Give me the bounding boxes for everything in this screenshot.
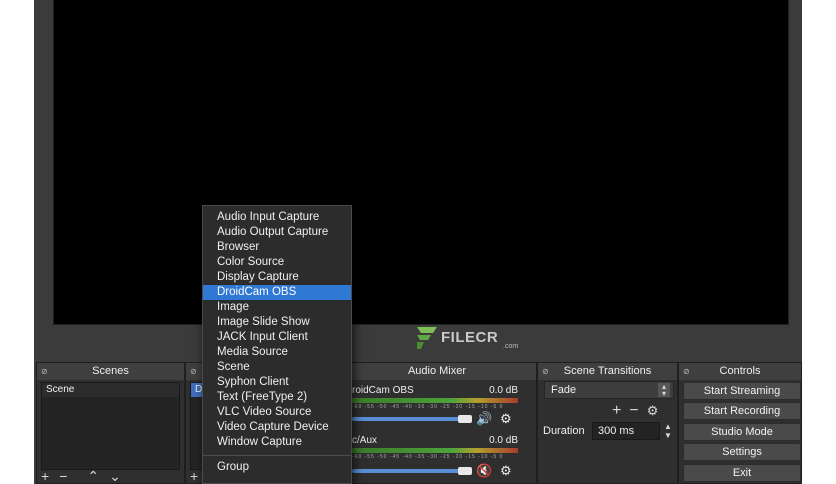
add-transition-icon[interactable]: + xyxy=(612,402,629,419)
menu-item-droidcam-obs[interactable]: DroidCam OBS xyxy=(203,285,351,300)
volume-slider-handle[interactable] xyxy=(458,415,472,423)
audio-mixer-title: Audio Mixer xyxy=(407,365,467,377)
scenes-dock: ⊘ Scenes Scene + − ⌃ ⌄ xyxy=(36,362,185,484)
add-source-icon[interactable]: + xyxy=(190,469,198,483)
volume-slider[interactable] xyxy=(352,469,462,473)
menu-item-audio-input-capture[interactable]: Audio Input Capture xyxy=(203,210,351,225)
meter-ticks: -60 -55 -50 -45 -40 -35 -30 -25 -20 -15 … xyxy=(352,454,504,460)
transition-toolbar: +−⚙ xyxy=(612,402,666,420)
menu-item-group[interactable]: Group xyxy=(203,460,351,475)
volume-meter xyxy=(352,398,518,403)
duration-stepper-icon[interactable]: ▲ ▼ xyxy=(662,422,674,440)
muted-speaker-icon[interactable]: 🔇 xyxy=(476,463,492,479)
filecr-watermark: FILECR .com xyxy=(413,323,523,355)
mixer-channel-db: 0.0 dB xyxy=(489,435,518,446)
menu-item-image[interactable]: Image xyxy=(203,300,351,315)
chevron-updown-icon: ▴ ▾ xyxy=(658,383,670,398)
menu-item-video-capture-device[interactable]: Video Capture Device xyxy=(203,420,351,435)
menu-item-vlc-video-source[interactable]: VLC Video Source xyxy=(203,405,351,420)
menu-item-color-source[interactable]: Color Source xyxy=(203,255,351,270)
studio-mode-button[interactable]: Studio Mode xyxy=(683,423,801,441)
volume-slider-handle[interactable] xyxy=(458,467,472,475)
scenes-list[interactable]: Scene xyxy=(41,382,180,470)
move-up-icon[interactable]: ⌃ xyxy=(87,469,99,483)
gear-icon[interactable]: ⚙ xyxy=(500,463,512,479)
controls-title: Controls xyxy=(719,365,761,377)
start-recording-button[interactable]: Start Recording xyxy=(683,402,801,420)
duration-field[interactable]: 300 ms xyxy=(592,422,660,440)
menu-item-browser[interactable]: Browser xyxy=(203,240,351,255)
add-source-menu: Audio Input Capture Audio Output Capture… xyxy=(202,205,352,484)
volume-meter xyxy=(352,448,518,453)
transition-selected: Fade xyxy=(551,384,577,396)
menu-item-syphon-client[interactable]: Syphon Client xyxy=(203,375,351,390)
transition-settings-icon[interactable]: ⚙ xyxy=(647,403,667,418)
menu-item-media-source[interactable]: Media Source xyxy=(203,345,351,360)
preview-canvas[interactable] xyxy=(53,0,789,325)
mixer-channel-db: 0.0 dB xyxy=(489,385,518,396)
watermark-suffix: .com xyxy=(503,343,519,350)
remove-transition-icon[interactable]: − xyxy=(629,402,646,419)
meter-ticks: -60 -55 -50 -45 -40 -35 -30 -25 -20 -15 … xyxy=(352,404,504,410)
scene-transitions-title: Scene Transitions xyxy=(563,365,652,377)
menu-item-text-freetype-2[interactable]: Text (FreeType 2) xyxy=(203,390,351,405)
watermark-brand: FILECR xyxy=(441,329,499,346)
menu-item-window-capture[interactable]: Window Capture xyxy=(203,435,351,450)
menu-item-display-capture[interactable]: Display Capture xyxy=(203,270,351,285)
dock-float-icon[interactable]: ⊘ xyxy=(41,363,48,380)
dock-float-icon[interactable]: ⊘ xyxy=(683,363,690,380)
dock-float-icon[interactable]: ⊘ xyxy=(190,363,197,380)
menu-separator xyxy=(203,455,351,456)
add-scene-icon[interactable]: + xyxy=(41,469,49,483)
volume-slider[interactable] xyxy=(352,417,462,421)
move-down-icon[interactable]: ⌄ xyxy=(109,469,121,483)
scenes-title: Scenes xyxy=(92,365,129,377)
menu-item-jack-input-client[interactable]: JACK Input Client xyxy=(203,330,351,345)
exit-button[interactable]: Exit xyxy=(683,464,801,482)
dock-float-icon[interactable]: ⊘ xyxy=(542,363,549,380)
mixer-channel-name: c/Aux xyxy=(352,435,378,446)
gear-icon[interactable]: ⚙ xyxy=(500,411,512,427)
transition-select[interactable]: Fade ▴ ▾ xyxy=(544,381,674,399)
menu-item-audio-output-capture[interactable]: Audio Output Capture xyxy=(203,225,351,240)
start-streaming-button[interactable]: Start Streaming xyxy=(683,382,801,400)
scenes-toolbar: + − ⌃ ⌄ xyxy=(41,469,121,483)
settings-button[interactable]: Settings xyxy=(683,443,801,461)
scene-item[interactable]: Scene xyxy=(42,383,179,397)
duration-label: Duration xyxy=(543,425,585,437)
remove-scene-icon[interactable]: − xyxy=(59,469,67,483)
menu-item-scene[interactable]: Scene xyxy=(203,360,351,375)
filecr-logo-icon xyxy=(417,327,437,349)
speaker-icon[interactable]: 🔊 xyxy=(476,411,492,427)
menu-item-image-slide-show[interactable]: Image Slide Show xyxy=(203,315,351,330)
mixer-channel-name: roidCam OBS xyxy=(352,385,414,396)
